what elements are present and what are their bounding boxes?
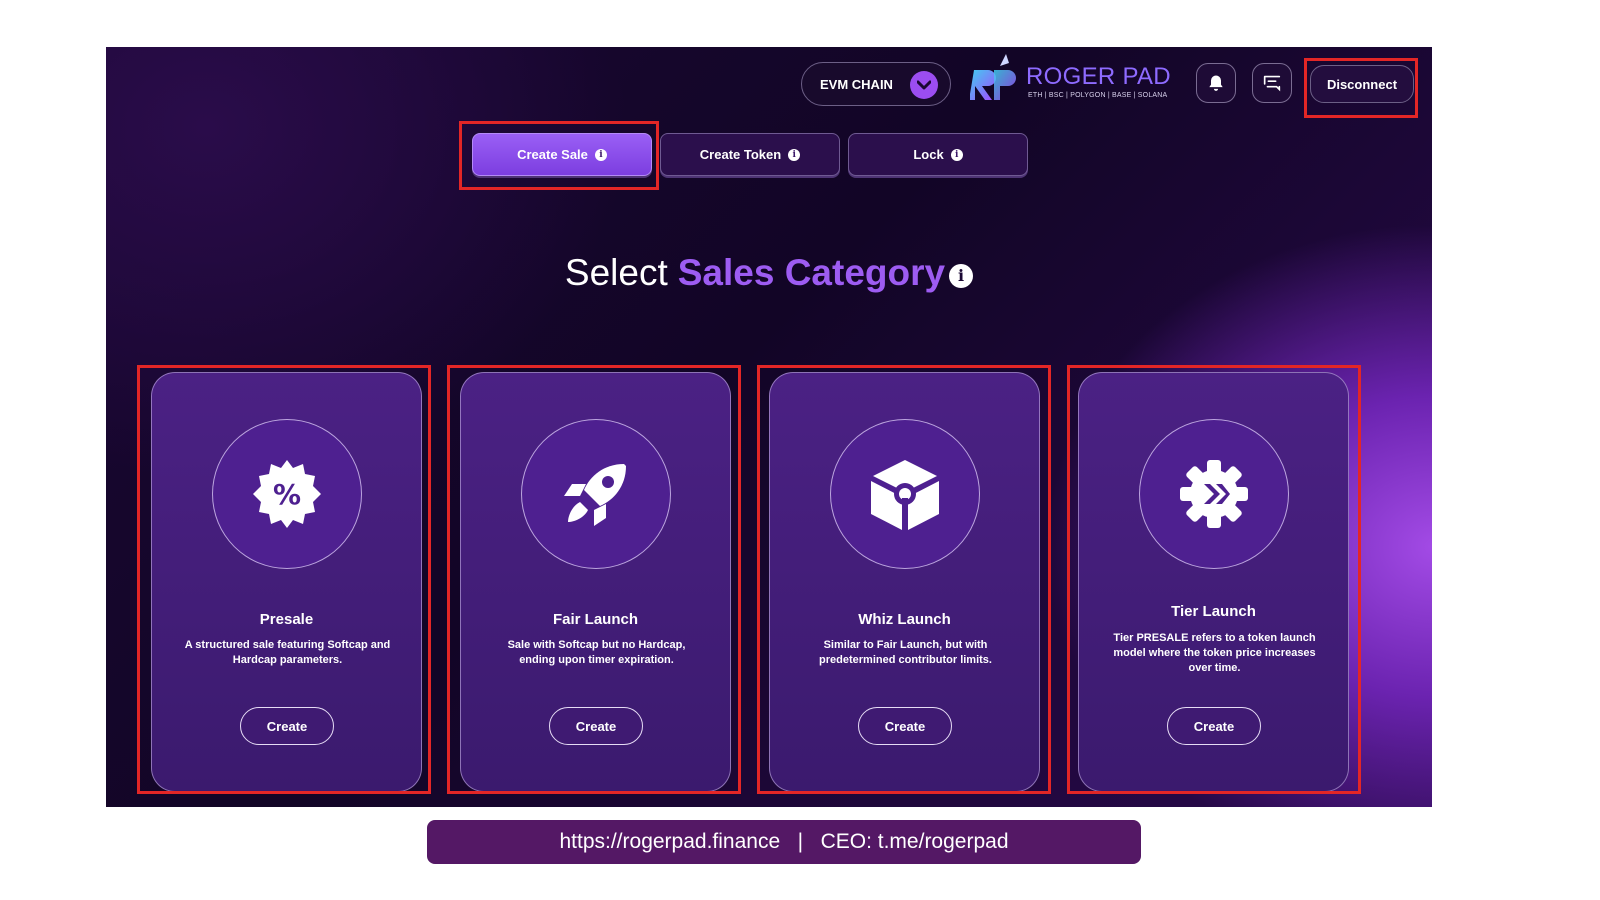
highlight-box (447, 365, 741, 794)
title-prefix: Select (564, 252, 668, 293)
chevron-down-icon (910, 71, 938, 99)
chain-label: EVM CHAIN (820, 76, 893, 92)
chat-icon (1263, 75, 1281, 92)
info-icon[interactable]: i (949, 263, 974, 288)
tab-create-token[interactable]: Create Token i (660, 133, 840, 176)
title-highlight: Sales Category (677, 252, 946, 293)
chain-selector[interactable]: EVM CHAIN (801, 62, 951, 106)
tab-label: Lock (913, 147, 944, 162)
page-title: Select Sales Category i (106, 252, 1432, 294)
info-icon: i (788, 148, 801, 161)
rp-logo-icon (970, 54, 1016, 100)
tab-lock[interactable]: Lock i (848, 133, 1028, 176)
brand-tagline: ETH | BSC | POLYGON | BASE | SOLANA (1028, 92, 1168, 99)
tab-label: Create Token (699, 147, 782, 162)
highlight-box (459, 121, 659, 190)
info-icon: i (950, 148, 963, 161)
footer-banner: https://rogerpad.finance | CEO: t.me/rog… (427, 820, 1141, 864)
highlight-box (1067, 365, 1361, 794)
chat-button[interactable] (1252, 63, 1292, 103)
highlight-box (757, 365, 1051, 794)
highlight-box (1304, 58, 1418, 118)
highlight-box (137, 365, 431, 794)
notifications-button[interactable] (1196, 63, 1236, 103)
brand-logo: ROGER PAD ETH | BSC | POLYGON | BASE | S… (970, 52, 1171, 107)
brand-name: ROGER PAD (1026, 63, 1171, 90)
bell-icon (1209, 75, 1223, 91)
